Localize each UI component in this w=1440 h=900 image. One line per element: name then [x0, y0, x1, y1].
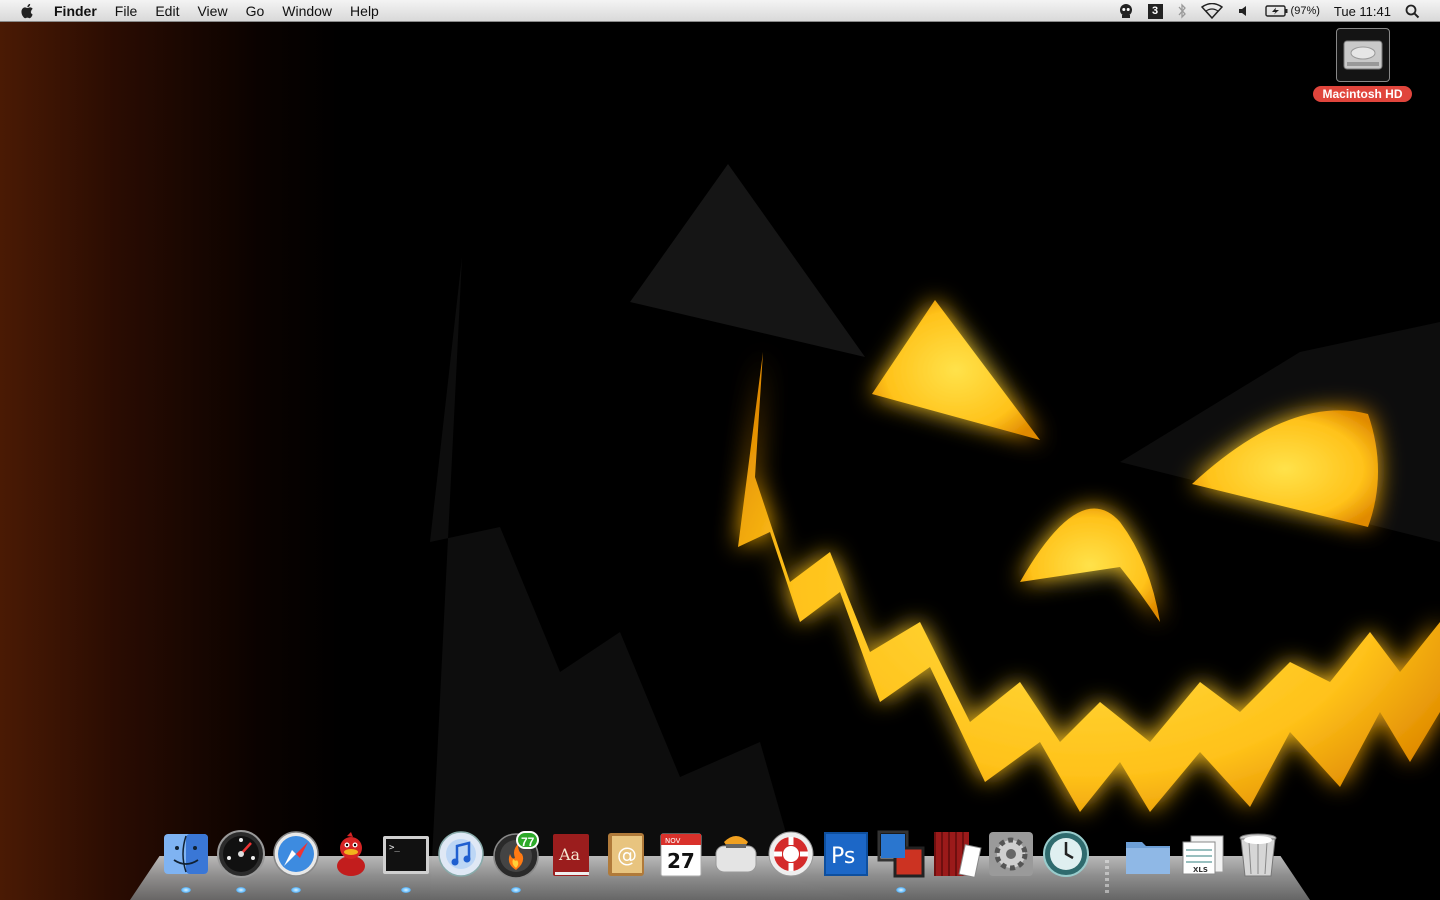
dock-item-downloads[interactable]: XLS	[1177, 828, 1229, 884]
dictionary-icon: Aa	[553, 834, 589, 876]
photoshop-label: Ps	[831, 844, 855, 869]
time-machine-icon	[1043, 831, 1089, 877]
running-indicator	[181, 887, 191, 893]
spreadsheet-stack-icon: XLS	[1182, 835, 1224, 875]
status-item-bluetooth[interactable]	[1170, 0, 1194, 22]
alien-icon	[1119, 4, 1132, 18]
dock-item-system-preferences[interactable]	[985, 828, 1037, 884]
svg-text:>_: >_	[389, 843, 400, 853]
svg-text:Aa: Aa	[558, 845, 581, 864]
gear-icon	[989, 832, 1033, 876]
status-menus: 3 (97%) Tue 11:41	[1111, 0, 1440, 22]
photoshop-icon: Ps	[824, 832, 868, 876]
clock[interactable]: Tue 11:41	[1327, 0, 1398, 22]
status-item-adium[interactable]	[1111, 0, 1141, 22]
itunes-icon	[438, 831, 484, 877]
calendar-month: NOV	[665, 837, 681, 845]
spaces-number: 3	[1147, 3, 1163, 19]
dock-item-adium[interactable]	[325, 828, 377, 884]
dock-item-finder[interactable]	[160, 828, 212, 893]
svg-text:@: @	[617, 843, 637, 867]
safari-icon	[273, 831, 319, 877]
running-indicator	[511, 887, 521, 893]
dock-item-photoshop[interactable]: Ps	[820, 828, 872, 884]
dock-item-address-book[interactable]: @	[600, 828, 652, 884]
terminal-icon: >_	[383, 836, 429, 874]
desktop-icon-label: Macintosh HD	[1313, 86, 1412, 102]
status-item-wifi[interactable]	[1194, 0, 1230, 22]
desktop-icon-macintosh-hd[interactable]: Macintosh HD	[1310, 28, 1415, 103]
finder-icon	[164, 834, 208, 874]
dock-item-burn[interactable]: 77	[490, 828, 542, 893]
speaker-icon	[1238, 6, 1246, 16]
search-icon	[1405, 4, 1420, 18]
folder-icon	[1126, 842, 1170, 874]
menu-finder[interactable]: Finder	[54, 0, 106, 22]
dock-item-ical[interactable]: NOV 27	[655, 828, 707, 884]
dashboard-icon	[217, 830, 265, 878]
vmware-icon	[877, 830, 925, 878]
notification-badge: 77	[516, 831, 540, 849]
dock-item-time-machine[interactable]	[1040, 828, 1092, 884]
shadow-face	[430, 164, 1440, 900]
dock-item-vmware[interactable]	[875, 828, 927, 893]
dock-item-photo-booth[interactable]	[930, 828, 982, 884]
dock-item-documents[interactable]	[1122, 828, 1174, 884]
dock-item-trash[interactable]	[1232, 828, 1284, 884]
running-indicator	[291, 887, 301, 893]
menu-go[interactable]: Go	[237, 0, 274, 22]
status-item-volume[interactable]	[1230, 0, 1258, 22]
running-indicator	[401, 887, 411, 893]
hard-drive-icon	[1335, 28, 1390, 82]
dock-item-toaster[interactable]	[710, 828, 762, 884]
dock-item-itunes[interactable]	[435, 828, 487, 884]
desktop-wallpaper	[0, 22, 1440, 900]
apple-icon[interactable]	[19, 2, 37, 20]
photo-booth-icon	[934, 832, 982, 878]
wifi-icon	[1200, 3, 1223, 19]
battery-icon	[1264, 5, 1288, 17]
dock-item-dashboard[interactable]	[215, 828, 267, 893]
xls-label: XLS	[1193, 866, 1208, 874]
calendar-icon: NOV 27	[660, 833, 702, 877]
menu-help[interactable]: Help	[341, 0, 388, 22]
bluetooth-icon	[1178, 3, 1186, 19]
menu-window[interactable]: Window	[273, 0, 341, 22]
lifebuoy-icon	[768, 831, 814, 877]
running-indicator	[236, 887, 246, 893]
dock-item-dictionary[interactable]: Aa	[545, 828, 597, 884]
trash-icon	[1239, 833, 1277, 877]
dock-item-terminal[interactable]: >_	[380, 828, 432, 893]
duck-icon	[337, 832, 365, 876]
menu-file[interactable]: File	[106, 0, 147, 22]
dock: >_ 77 Aa @ NOV 27 Ps XLS	[160, 828, 1290, 900]
address-book-icon: @	[608, 833, 644, 876]
dock-item-safari[interactable]	[270, 828, 322, 893]
menu-edit[interactable]: Edit	[146, 0, 188, 22]
jack-o-lantern-artwork	[430, 164, 1440, 900]
toaster-icon	[715, 836, 757, 873]
status-item-spaces[interactable]: 3	[1141, 0, 1170, 22]
menu-bar: Finder File Edit View Go Window Help 3 (…	[0, 0, 1440, 22]
status-item-battery[interactable]: (97%)	[1258, 0, 1327, 22]
dock-item-network-app[interactable]	[765, 828, 817, 884]
battery-percent: (97%)	[1290, 5, 1320, 17]
menu-view[interactable]: View	[188, 0, 236, 22]
running-indicator	[896, 887, 906, 893]
calendar-day: 27	[667, 849, 695, 873]
status-item-spotlight[interactable]	[1398, 0, 1440, 22]
